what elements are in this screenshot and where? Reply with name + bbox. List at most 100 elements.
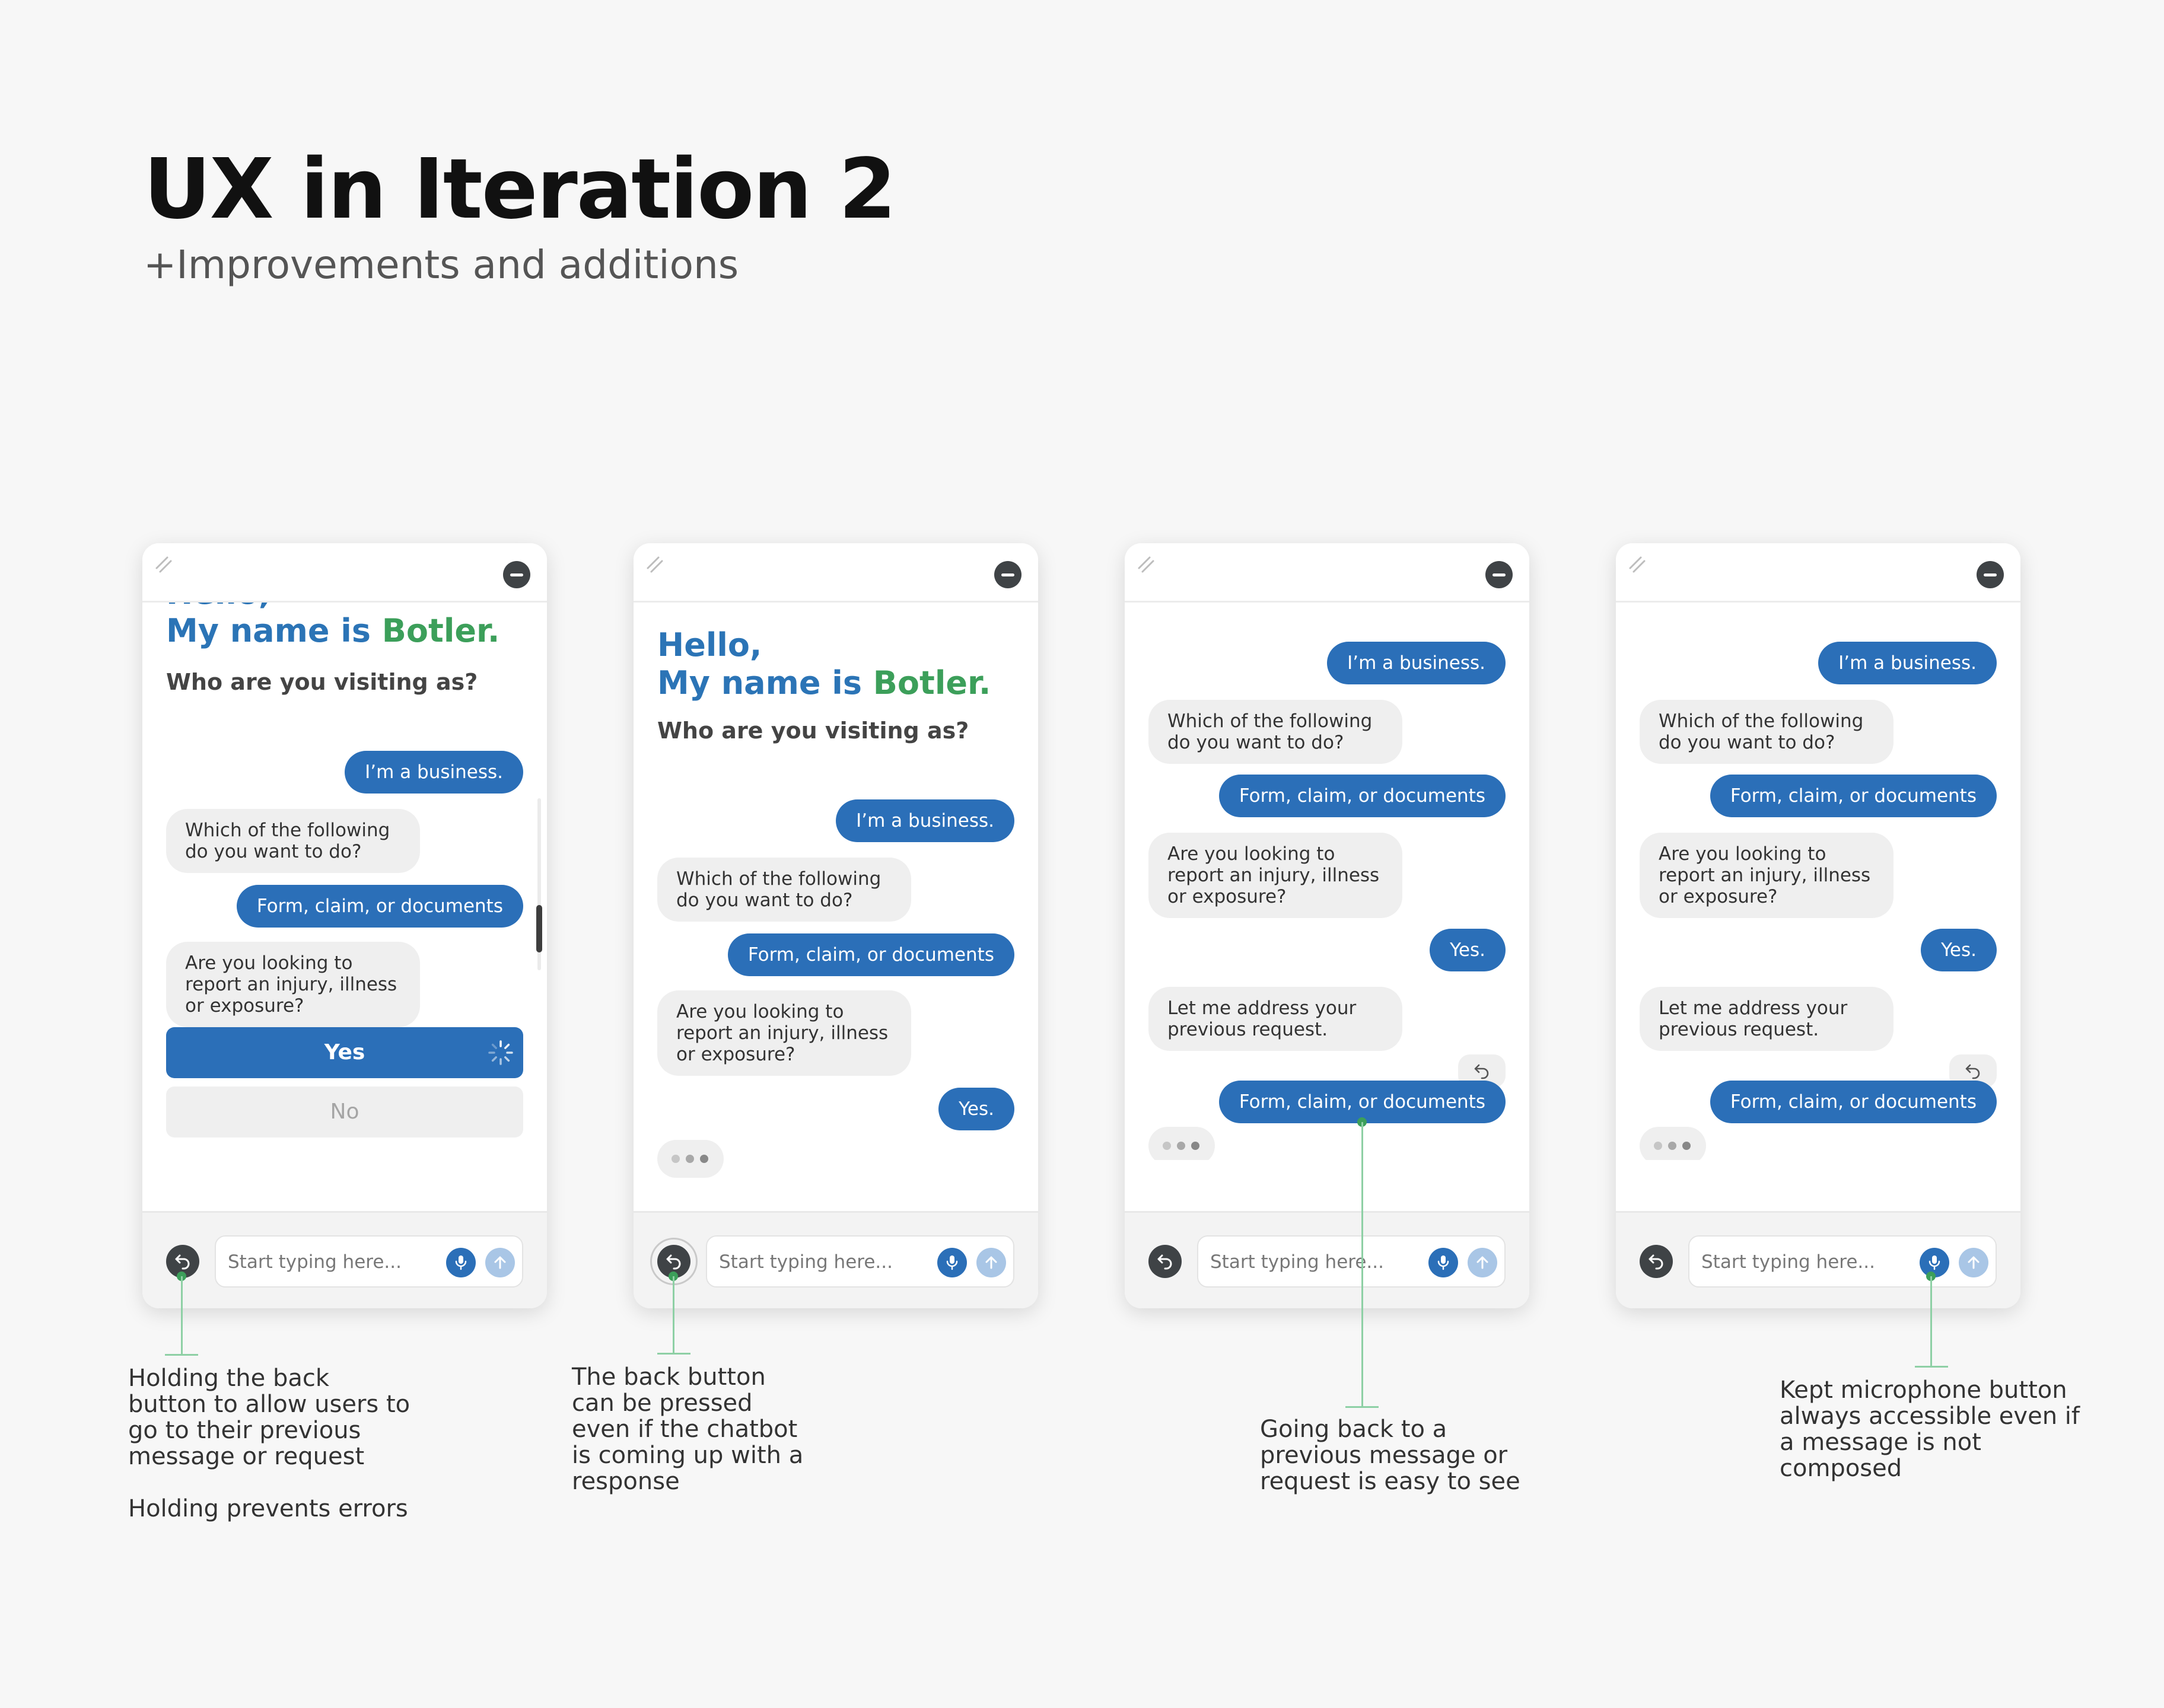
message-input[interactable] [719,1247,921,1277]
resize-grip-icon[interactable] [645,555,667,576]
greeting-name-prefix: My name is [166,612,382,649]
greeting-hello: Hello, [166,603,499,612]
bot-message: Are you looking to report an injury, ill… [1148,833,1402,918]
scrollbar-thumb[interactable] [536,905,542,952]
annotation-back-during-response: The back button can be pressed even if t… [572,1363,804,1495]
input-bar [142,1211,547,1308]
minimize-icon[interactable] [994,561,1021,588]
message-input-box[interactable] [706,1235,1014,1288]
user-message: I’m a business. [345,751,523,794]
annotation-line [1915,1366,1948,1368]
annotation-line [673,1276,674,1353]
message-input[interactable] [1210,1247,1412,1277]
annotation-line [165,1354,198,1356]
user-message: Form, claim, or documents [236,885,523,928]
user-message: Form, claim, or documents [1710,775,1997,817]
undo-arrow-icon [1474,1064,1489,1079]
undo-arrow-icon [1157,1254,1172,1270]
arrow-up-icon [1968,1256,1980,1269]
undo-arrow-icon [666,1254,681,1270]
send-button[interactable] [1468,1248,1497,1277]
annotation-go-back-visible: Going back to a previous message or requ… [1260,1416,1520,1495]
annotation-line [1361,1122,1363,1407]
annotation-text: Holding the back button to allow users t… [128,1365,410,1470]
bot-message: Let me address your previous request. [1640,987,1894,1051]
annotation-line [1345,1406,1379,1408]
chat-window-1: Hello, My name is Botler. Who are you vi… [142,543,547,1308]
page-subtitle: +Improvements and additions [144,242,739,288]
chat-window-2: Hello, My name is Botler. Who are you vi… [634,543,1038,1308]
message-input[interactable] [228,1247,429,1277]
message-input-box[interactable] [215,1235,523,1288]
microphone-button[interactable] [937,1248,967,1277]
input-bar [634,1211,1038,1308]
bot-message: Which of the following do you want to do… [166,809,420,873]
user-message: Form, claim, or documents [1218,775,1506,817]
microphone-button[interactable] [446,1248,476,1277]
chat-area[interactable]: I’m a business. Which of the following d… [1616,603,2020,1160]
bot-message: Are you looking to report an injury, ill… [166,942,420,1027]
resize-grip-icon[interactable] [1137,555,1158,576]
undo-arrow-icon [175,1254,190,1270]
greeting-bot-name: Botler. [381,612,500,649]
visit-question: Who are you visiting as? [657,718,969,744]
annotation-mic-accessible: Kept microphone button always accessible… [1780,1376,2080,1482]
greeting: Hello, My name is Botler. [166,603,499,650]
chat-area[interactable]: Hello, My name is Botler. Who are you vi… [634,603,1038,1160]
annotation-line [657,1353,690,1355]
loading-spinner-icon [488,1040,513,1065]
annotation-line [1930,1276,1932,1366]
input-bar [1125,1211,1529,1308]
message-input-box[interactable] [1688,1235,1997,1288]
chat-window-3: I’m a business. Which of the following d… [1125,543,1529,1308]
minimize-icon[interactable] [1977,561,2004,588]
message-input-box[interactable] [1197,1235,1506,1288]
arrow-up-icon [494,1256,506,1269]
user-message: Yes. [1430,929,1506,971]
bot-message: Which of the following do you want to do… [657,858,911,922]
chat-area[interactable]: I’m a business. Which of the following d… [1125,603,1529,1160]
resize-grip-icon[interactable] [1628,555,1649,576]
arrow-up-icon [985,1256,997,1269]
annotation-back-hold: Holding the back button to allow users t… [128,1365,413,1522]
send-button[interactable] [976,1248,1006,1277]
message-input[interactable] [1701,1247,1903,1277]
chat-area[interactable]: Hello, My name is Botler. Who are you vi… [142,603,547,1160]
bot-message: Are you looking to report an injury, ill… [1640,833,1894,918]
greeting-bot-name: Botler. [873,664,991,702]
user-message-resent[interactable]: Form, claim, or documents [1710,1081,1997,1123]
back-button[interactable] [1640,1245,1673,1278]
bot-message: Which of the following do you want to do… [1148,700,1402,764]
user-message: I’m a business. [836,799,1014,842]
arrow-up-icon [1476,1256,1488,1269]
minimize-icon[interactable] [503,561,530,588]
typing-indicator [657,1140,724,1178]
choice-yes-label: Yes [324,1040,365,1065]
microphone-icon [455,1255,467,1270]
undo-arrow-icon [1965,1064,1980,1079]
choice-yes-button[interactable]: Yes [166,1027,523,1078]
window-titlebar [1125,543,1529,603]
minimize-icon[interactable] [1485,561,1513,588]
window-titlebar [634,543,1038,603]
send-button[interactable] [485,1248,515,1277]
microphone-icon [1437,1255,1449,1270]
back-button[interactable] [1148,1245,1182,1278]
chat-window-4: I’m a business. Which of the following d… [1616,543,2020,1308]
user-message: Form, claim, or documents [727,933,1014,976]
annotation-text: Holding prevents errors [128,1495,408,1522]
user-message: I’m a business. [1818,642,1997,684]
bot-message: Are you looking to report an injury, ill… [657,990,911,1076]
microphone-button[interactable] [1428,1248,1458,1277]
visit-question: Who are you visiting as? [166,669,478,695]
annotation-line [181,1276,183,1355]
greeting-hello: Hello, [657,626,762,664]
greeting: Hello, My name is Botler. [657,626,991,702]
send-button[interactable] [1959,1248,1988,1277]
resize-grip-icon[interactable] [154,555,176,576]
user-message: I’m a business. [1327,642,1506,684]
user-message: Yes. [938,1088,1014,1130]
bot-message: Which of the following do you want to do… [1640,700,1894,764]
choice-no-button[interactable]: No [166,1086,523,1137]
input-bar [1616,1211,2020,1308]
